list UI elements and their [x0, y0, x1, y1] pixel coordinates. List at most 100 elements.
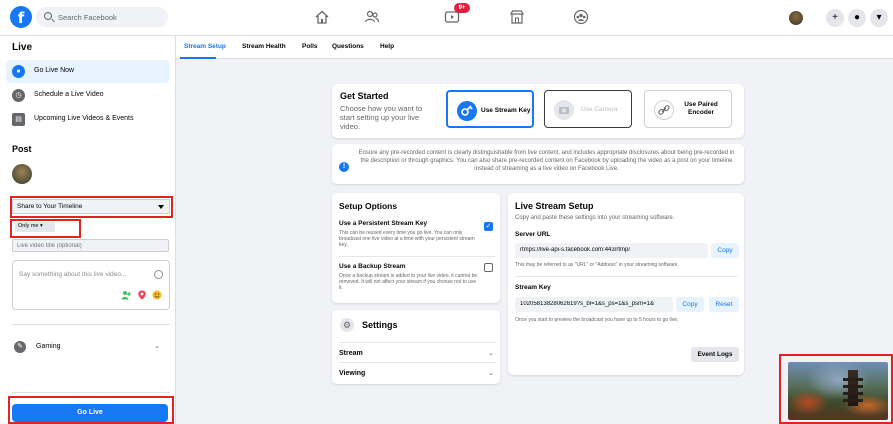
- server-url-value: rtmps://live-api-s.facebook.com:443/rtmp…: [520, 247, 631, 253]
- backup-stream-title: Use a Backup Stream: [339, 263, 406, 270]
- use-paired-encoder-option[interactable]: Use Paired Encoder: [644, 90, 732, 128]
- create-button[interactable]: +: [826, 9, 844, 27]
- highlight-go-live: [8, 396, 174, 424]
- live-stream-setup-card: Live Stream Setup Copy and paste these s…: [508, 193, 744, 375]
- description-field[interactable]: Say something about this live video...: [12, 260, 170, 310]
- facebook-logo[interactable]: f: [10, 6, 32, 28]
- chevron-down-icon: ⌄: [488, 350, 494, 357]
- tab-questions[interactable]: Questions: [332, 43, 364, 50]
- feeling-icon[interactable]: [152, 290, 162, 300]
- clock-icon: ◷: [12, 89, 25, 102]
- use-stream-key-option[interactable]: Use Stream Key: [446, 90, 534, 128]
- copy-server-url-button[interactable]: Copy: [711, 243, 739, 258]
- stream-tabs: Stream Setup Stream Health Polls Questio…: [176, 36, 893, 59]
- tag-people-icon[interactable]: [121, 290, 131, 300]
- description-placeholder: Say something about this live video...: [19, 271, 127, 278]
- location-pin-icon[interactable]: [137, 290, 147, 300]
- tab-help[interactable]: Help: [380, 43, 394, 50]
- search-placeholder: Search Facebook: [58, 13, 117, 22]
- sidebar-item-label: Upcoming Live Videos & Events: [34, 115, 134, 122]
- gaming-label: Gaming: [36, 343, 61, 350]
- gear-icon: ⚙: [340, 318, 354, 332]
- search-icon: [44, 12, 52, 20]
- divider: [339, 256, 495, 257]
- sidebar-item-upcoming[interactable]: ▤ Upcoming Live Videos & Events: [6, 108, 170, 131]
- notice-text: Ensure any pre-recorded content is clear…: [358, 150, 735, 172]
- settings-row-label: Viewing: [339, 370, 366, 377]
- setup-options-card: Setup Options Use a Persistent Stream Ke…: [332, 193, 500, 303]
- avatar: [12, 164, 32, 184]
- sidebar-item-label: Go Live Now: [34, 67, 75, 74]
- key-icon: [457, 101, 477, 121]
- account-menu-button[interactable]: ▾: [870, 9, 888, 27]
- copy-stream-key-button[interactable]: Copy: [676, 297, 704, 312]
- stream-key-note: Once you start to preview the broadcast …: [515, 317, 679, 323]
- use-camera-option[interactable]: Use Camera: [544, 90, 632, 128]
- live-video-title-field[interactable]: [12, 239, 169, 252]
- groups-icon[interactable]: [573, 9, 589, 25]
- divider: [12, 392, 170, 393]
- settings-row-stream[interactable]: Stream ⌄: [339, 342, 496, 362]
- sidebar-item-go-live-now[interactable]: ● Go Live Now: [6, 60, 170, 83]
- stream-key-value: 10205813828062619?s_bl=1&s_ps=1&s_psm=1&: [520, 301, 654, 307]
- chevron-down-icon: ⌄: [154, 343, 160, 350]
- option-label: Use Stream Key: [481, 107, 531, 114]
- prerecorded-notice: ! Ensure any pre-recorded content is cle…: [332, 144, 744, 184]
- marketplace-icon[interactable]: [509, 9, 525, 25]
- get-started-card: Get Started Choose how you want to start…: [332, 84, 744, 138]
- notification-badge: 9+: [454, 3, 470, 13]
- stream-preview-thumbnail: [788, 362, 888, 420]
- camera-icon: [554, 100, 574, 120]
- event-logs-button[interactable]: Event Logs: [691, 347, 739, 362]
- gaming-section[interactable]: ✎ Gaming ⌄: [6, 336, 170, 358]
- server-url-note: This may be referred to as "URL" or "Add…: [515, 262, 679, 268]
- tab-stream-health[interactable]: Stream Health: [242, 43, 286, 50]
- tab-polls[interactable]: Polls: [302, 43, 318, 50]
- settings-card: ⚙ Settings Stream ⌄ Viewing ⌄: [332, 310, 500, 384]
- link-icon: [654, 100, 674, 120]
- persistent-key-desc: This can be reused every time you go liv…: [339, 230, 475, 248]
- sidebar-item-label: Schedule a Live Video: [34, 91, 104, 98]
- emoji-icon[interactable]: [154, 270, 163, 279]
- settings-row-viewing[interactable]: Viewing ⌄: [339, 362, 496, 382]
- live-stream-setup-subtitle: Copy and paste these settings into your …: [515, 215, 675, 221]
- reset-stream-key-button[interactable]: Reset: [709, 297, 739, 312]
- stream-key-label: Stream Key: [515, 284, 551, 291]
- divider: [515, 276, 737, 277]
- settings-title: Settings: [362, 320, 398, 330]
- sidebar-item-schedule[interactable]: ◷ Schedule a Live Video: [6, 84, 170, 107]
- setup-options-title: Setup Options: [339, 201, 398, 211]
- home-icon[interactable]: [314, 9, 330, 25]
- notifications-button[interactable]: ●: [848, 9, 866, 27]
- option-label: Use Paired Encoder: [684, 101, 718, 116]
- game-controller-icon: ✎: [14, 341, 26, 353]
- search-bar[interactable]: Search Facebook: [36, 7, 168, 27]
- active-tab-indicator: [180, 57, 216, 59]
- tab-stream-setup[interactable]: Stream Setup: [184, 43, 226, 50]
- option-label: Use Camera: [581, 106, 618, 113]
- backup-stream-checkbox[interactable]: [484, 263, 493, 272]
- settings-row-label: Stream: [339, 350, 363, 357]
- info-icon: !: [339, 162, 349, 172]
- get-started-subtitle: Choose how you want to start setting up …: [340, 104, 423, 131]
- friends-icon[interactable]: [364, 9, 380, 25]
- get-started-title: Get Started: [340, 91, 389, 101]
- top-navigation-bar: f Search Facebook 9+ + ● ▾: [0, 0, 893, 36]
- profile-avatar[interactable]: [789, 11, 803, 25]
- highlight-share-select: [10, 196, 173, 218]
- live-icon: ●: [12, 65, 25, 78]
- sidebar-title: Live: [12, 42, 33, 53]
- post-heading: Post: [12, 144, 32, 154]
- backup-stream-desc: Once a backup stream is added to your li…: [339, 273, 478, 291]
- highlight-audience: [10, 219, 81, 238]
- persistent-key-checkbox[interactable]: ✓: [484, 222, 493, 231]
- server-url-label: Server URL: [515, 231, 551, 238]
- calendar-icon: ▤: [12, 113, 25, 126]
- title-input[interactable]: [13, 240, 168, 251]
- server-url-field[interactable]: rtmps://live-api-s.facebook.com:443/rtmp…: [515, 243, 708, 258]
- pagoda-image: [843, 370, 863, 406]
- persistent-key-title: Use a Persistent Stream Key: [339, 220, 428, 227]
- live-stream-setup-title: Live Stream Setup: [515, 201, 594, 211]
- divider: [12, 324, 170, 325]
- stream-key-field[interactable]: 10205813828062619?s_bl=1&s_ps=1&s_psm=1&: [515, 297, 673, 312]
